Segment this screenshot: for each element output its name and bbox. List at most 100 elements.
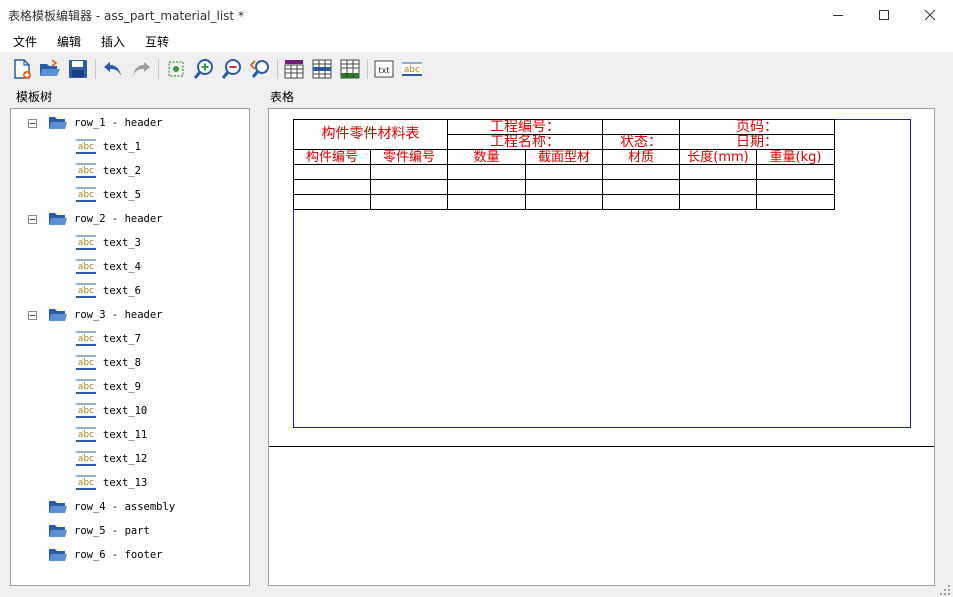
tree-text-node[interactable]: abc text_3 [75, 234, 141, 252]
table-cell[interactable] [756, 164, 835, 180]
tree-text-node[interactable]: abc text_7 [75, 330, 141, 348]
status-label[interactable]: 状态： [602, 134, 680, 150]
table-cell[interactable] [602, 194, 680, 210]
table-style-3-button[interactable] [338, 57, 362, 81]
column-header[interactable]: 截面型材 [525, 149, 603, 165]
tree-text-node[interactable]: abc text_9 [75, 378, 141, 396]
open-button[interactable] [38, 57, 62, 81]
minimize-button[interactable] [815, 0, 861, 30]
tree-folder-node[interactable]: row_2 - header [48, 210, 163, 228]
column-header[interactable]: 材质 [602, 149, 680, 165]
menu-bar: 文件 编辑 插入 互转 [0, 30, 953, 52]
table-cell[interactable] [679, 179, 757, 195]
collapse-toggle-icon[interactable] [28, 311, 37, 320]
date-label[interactable]: 日期： [679, 134, 835, 150]
zoom-out-button[interactable] [220, 57, 244, 81]
table-style-2-button[interactable] [310, 57, 334, 81]
svg-text:abc: abc [78, 478, 94, 488]
table-title[interactable]: 构件零件材料表 [293, 119, 448, 150]
new-file-button[interactable] [10, 57, 34, 81]
tree-folder-node[interactable]: row_1 - header [48, 114, 163, 132]
tree-panel-label: 模板树 [16, 90, 53, 104]
table-cell[interactable] [525, 179, 603, 195]
project-no-label[interactable]: 工程编号： [447, 119, 603, 135]
table-cell[interactable] [679, 194, 757, 210]
table-cell[interactable] [447, 179, 526, 195]
maximize-icon [879, 10, 889, 20]
table-cell[interactable] [756, 179, 835, 195]
tree-text-node[interactable]: abc text_10 [75, 402, 147, 420]
tree-node-label: text_4 [103, 261, 141, 273]
tree-text-node[interactable]: abc text_6 [75, 282, 141, 300]
table-cell[interactable] [370, 179, 448, 195]
tree-text-node[interactable]: abc text_4 [75, 258, 141, 276]
save-button[interactable] [66, 57, 90, 81]
tree-folder-node[interactable]: row_4 - assembly [48, 498, 175, 516]
table-cell[interactable] [293, 179, 371, 195]
close-button[interactable] [907, 0, 953, 30]
table-cell[interactable] [293, 194, 371, 210]
svg-text:abc: abc [78, 142, 94, 152]
tree-node-label: row_1 - header [74, 117, 163, 129]
zoom-in-button[interactable] [192, 57, 216, 81]
menu-edit[interactable]: 编辑 [57, 33, 81, 50]
table-cell[interactable] [370, 194, 448, 210]
tree-folder-node[interactable]: row_5 - part [48, 522, 150, 540]
text-node-icon: abc [75, 475, 97, 491]
tree-text-node[interactable]: abc text_13 [75, 474, 147, 492]
column-header[interactable]: 数量 [447, 149, 526, 165]
canvas-splitter[interactable] [269, 446, 934, 447]
tree-text-node[interactable]: abc text_12 [75, 450, 147, 468]
template-tree[interactable]: row_1 - header abc text_1 abc text_2 abc text_… [10, 108, 250, 586]
tree-node-label: text_10 [103, 405, 148, 417]
table-cell[interactable] [370, 164, 448, 180]
table-cell[interactable] [525, 164, 603, 180]
tree-folder-node[interactable]: row_6 - footer [48, 546, 163, 564]
tree-text-node[interactable]: abc text_1 [75, 138, 141, 156]
tree-text-node[interactable]: abc text_5 [75, 186, 141, 204]
column-header[interactable]: 重量(kg) [756, 149, 835, 165]
column-header[interactable]: 零件编号 [370, 149, 448, 165]
tree-text-node[interactable]: abc text_11 [75, 426, 147, 444]
table-cell[interactable] [293, 164, 371, 180]
menu-file[interactable]: 文件 [13, 33, 37, 50]
material-table: 构件零件材料表 工程编号： 页码： 工程名称： 状态： 日期： 构件编号 零件编号… [293, 119, 835, 210]
table-cell[interactable] [602, 164, 680, 180]
menu-insert[interactable]: 插入 [101, 33, 125, 50]
column-header[interactable]: 长度(mm) [679, 149, 757, 165]
table-cell[interactable] [525, 194, 603, 210]
table-cell[interactable] [447, 194, 526, 210]
page-no-label[interactable]: 页码： [679, 119, 835, 135]
table-cell[interactable] [679, 164, 757, 180]
svg-text:abc: abc [78, 382, 94, 392]
collapse-toggle-icon[interactable] [28, 119, 37, 128]
tree-node-label: row_2 - header [74, 213, 163, 225]
tree-folder-node[interactable]: row_3 - header [48, 306, 163, 324]
tree-text-node[interactable]: abc text_8 [75, 354, 141, 372]
insert-txt-button[interactable]: txt [372, 57, 396, 81]
table-canvas[interactable]: 构件零件材料表 工程编号： 页码： 工程名称： 状态： 日期： 构件编号 零件编号… [268, 108, 935, 586]
menu-convert[interactable]: 互转 [145, 33, 169, 50]
zoom-reset-button[interactable] [248, 57, 272, 81]
table-style-1-button[interactable] [282, 57, 306, 81]
tree-node-label: text_6 [103, 285, 141, 297]
collapse-toggle-icon[interactable] [28, 215, 37, 224]
tree-text-node[interactable]: abc text_2 [75, 162, 141, 180]
table-cell[interactable] [447, 164, 526, 180]
project-name-label[interactable]: 工程名称： [447, 134, 603, 150]
redo-button[interactable] [129, 57, 153, 81]
folder-icon [48, 211, 68, 227]
table-style-1-icon [284, 60, 304, 79]
insert-abc-button[interactable]: abc [400, 57, 424, 81]
fit-view-button[interactable] [164, 57, 188, 81]
table-cell[interactable] [756, 194, 835, 210]
column-header[interactable]: 构件编号 [293, 149, 371, 165]
tree-node-label: text_7 [103, 333, 141, 345]
header-cell[interactable] [602, 119, 680, 135]
svg-text:abc: abc [78, 286, 94, 296]
resize-grip-icon[interactable] [940, 585, 950, 595]
table-cell[interactable] [602, 179, 680, 195]
undo-button[interactable] [101, 57, 125, 81]
maximize-button[interactable] [861, 0, 907, 30]
svg-text:abc: abc [78, 238, 94, 248]
